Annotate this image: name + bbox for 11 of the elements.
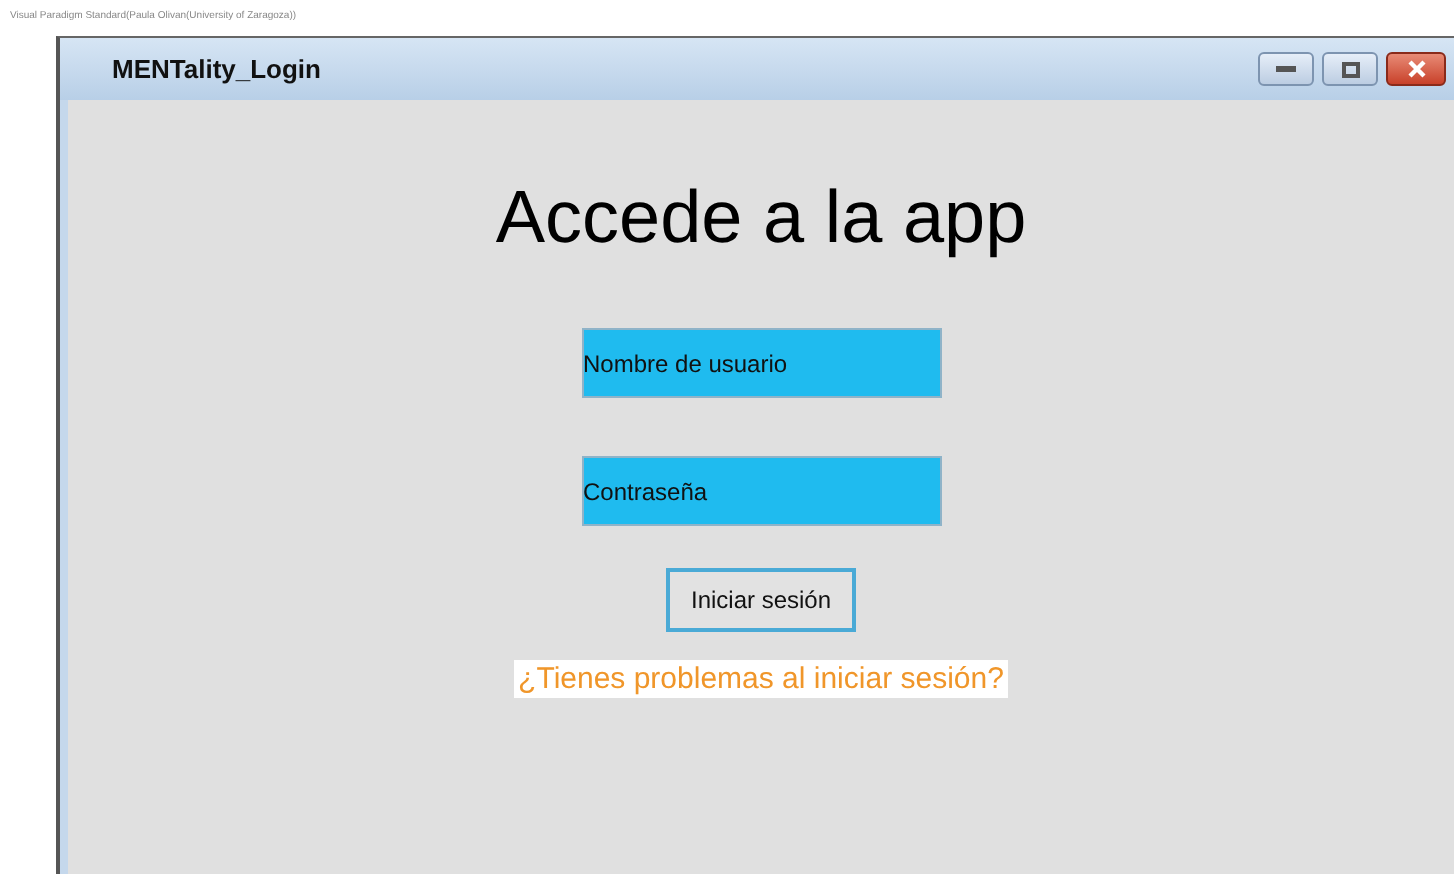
input-field[interactable]: Contraseña	[581, 456, 941, 526]
input-field[interactable]: Nombre de usuario	[581, 328, 941, 398]
minimize-button[interactable]	[1258, 52, 1314, 86]
close-icon	[1407, 60, 1425, 78]
heading: Accede a la app	[495, 176, 1027, 260]
window-title: MENTality_Login	[112, 54, 323, 84]
maximize-icon	[1341, 61, 1359, 77]
login-button[interactable]: Iniciar sesión	[666, 568, 856, 632]
maximize-button[interactable]	[1322, 52, 1378, 86]
minimize-icon	[1276, 66, 1296, 72]
close-button[interactable]	[1386, 52, 1446, 86]
